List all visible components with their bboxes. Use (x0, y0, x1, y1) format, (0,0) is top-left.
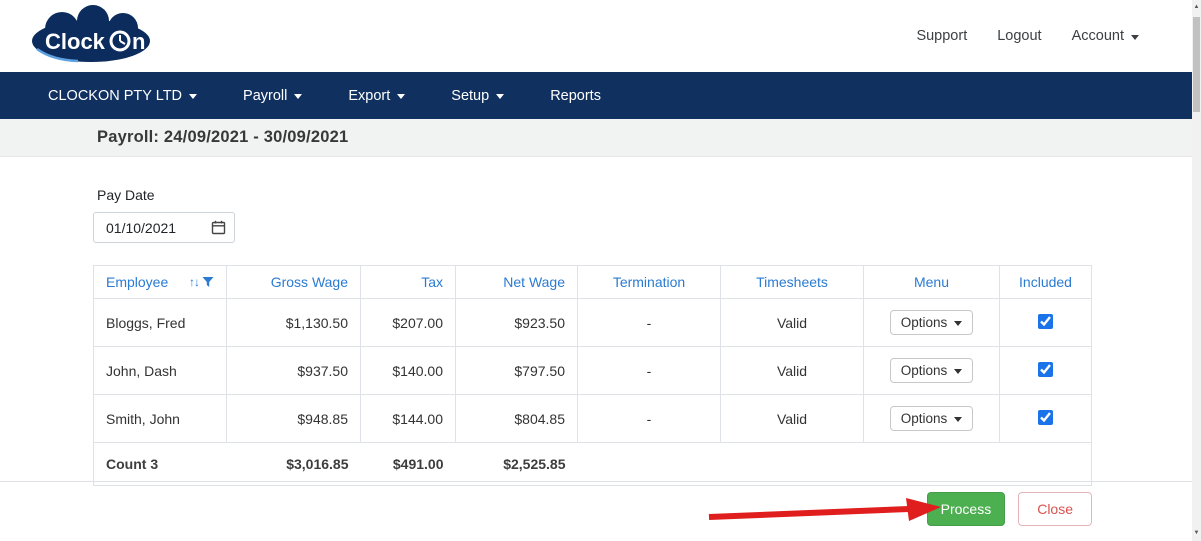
chevron-down-icon (954, 321, 963, 326)
chevron-down-icon (397, 94, 406, 99)
tax-cell: $140.00 (360, 346, 456, 395)
clockon-logo-image: Clock n (32, 4, 150, 62)
column-header-net-wage[interactable]: Net Wage (455, 265, 578, 299)
row-count: Count 3 (93, 442, 227, 486)
vertical-scrollbar[interactable]: ▲ ▼ (1192, 0, 1201, 541)
included-cell (999, 394, 1092, 443)
action-buttons: Process Close (926, 492, 1092, 526)
logo-text-right: n (132, 29, 145, 54)
timesheets-cell: Valid (720, 394, 864, 443)
options-label: Options (900, 411, 948, 426)
column-header-menu[interactable]: Menu (863, 265, 1000, 299)
scroll-down-arrow[interactable]: ▼ (1192, 526, 1201, 541)
nav-company-label: CLOCKON PTY LTD (48, 87, 183, 104)
chevron-down-icon (954, 417, 963, 422)
nav-payroll-label: Payroll (243, 87, 288, 104)
chevron-down-icon (294, 94, 303, 99)
termination-cell: - (577, 346, 721, 395)
scroll-up-arrow[interactable]: ▲ (1192, 0, 1201, 15)
nav-setup-menu[interactable]: Setup (451, 87, 505, 104)
column-header-gross-wage[interactable]: Gross Wage (226, 265, 361, 299)
column-header-employee-label: Employee (106, 274, 169, 290)
employee-name-cell: Bloggs, Fred (93, 298, 227, 347)
account-menu-label: Account (1071, 28, 1124, 44)
included-checkbox[interactable] (1038, 361, 1053, 377)
clockon-logo[interactable]: Clock n (30, 4, 152, 69)
options-label: Options (900, 363, 948, 378)
included-checkbox[interactable] (1038, 313, 1053, 329)
net-wage-cell: $804.85 (455, 394, 578, 443)
column-header-termination[interactable]: Termination (577, 265, 721, 299)
tax-total: $491.00 (360, 442, 456, 486)
options-dropdown-button[interactable]: Options (889, 358, 974, 383)
tax-cell: $144.00 (360, 394, 456, 443)
net-total: $2,525.85 (455, 442, 578, 486)
column-header-tax[interactable]: Tax (360, 265, 456, 299)
included-checkbox[interactable] (1038, 409, 1053, 425)
column-header-included[interactable]: Included (999, 265, 1092, 299)
top-header: Clock n Support Logout Account (0, 0, 1201, 72)
net-wage-cell: $923.50 (455, 298, 578, 347)
pay-date-label: Pay Date (97, 187, 155, 203)
chevron-down-icon (189, 94, 198, 99)
payroll-table: Employee ↑↓ Gross Wage Tax Net Wage Term… (93, 265, 1092, 486)
pay-date-input[interactable]: 01/10/2021 (93, 212, 235, 243)
scroll-thumb[interactable] (1193, 17, 1200, 112)
page-title-bar: Payroll: 24/09/2021 - 30/09/2021 (0, 119, 1201, 157)
close-button[interactable]: Close (1018, 492, 1092, 526)
pay-date-value: 01/10/2021 (106, 219, 177, 236)
chevron-down-icon (496, 94, 505, 99)
sort-icon[interactable]: ↑↓ (189, 275, 200, 289)
timesheets-cell: Valid (720, 298, 864, 347)
header-links: Support Logout Account (886, 28, 1139, 44)
gross-wage-cell: $937.50 (226, 346, 361, 395)
nav-reports-link[interactable]: Reports (550, 88, 601, 104)
account-menu[interactable]: Account (1072, 28, 1139, 44)
nav-setup-label: Setup (451, 87, 490, 104)
table-header-row: Employee ↑↓ Gross Wage Tax Net Wage Term… (93, 265, 1092, 299)
footer-divider (0, 481, 1192, 482)
employee-name-cell: Smith, John (93, 394, 227, 443)
column-header-employee[interactable]: Employee ↑↓ (93, 265, 227, 299)
nav-company-menu[interactable]: CLOCKON PTY LTD (48, 87, 198, 104)
options-dropdown-button[interactable]: Options (889, 310, 974, 335)
options-label: Options (900, 315, 948, 330)
termination-cell: - (577, 298, 721, 347)
column-header-timesheets[interactable]: Timesheets (720, 265, 864, 299)
nav-export-menu[interactable]: Export (348, 87, 406, 104)
main-navbar: CLOCKON PTY LTD Payroll Export Setup Rep… (0, 72, 1201, 119)
logout-link[interactable]: Logout (997, 28, 1041, 44)
menu-cell: Options (863, 346, 1000, 395)
termination-cell: - (577, 394, 721, 443)
table-footer-row: Count 3 $3,016.85 $491.00 $2,525.85 (93, 442, 1092, 486)
filter-funnel-icon[interactable] (202, 276, 214, 288)
gross-total: $3,016.85 (226, 442, 361, 486)
net-wage-cell: $797.50 (455, 346, 578, 395)
gross-wage-cell: $1,130.50 (226, 298, 361, 347)
nav-export-label: Export (348, 87, 391, 104)
included-cell (999, 298, 1092, 347)
table-row: Bloggs, Fred $1,130.50 $207.00 $923.50 -… (93, 298, 1092, 347)
timesheets-cell: Valid (720, 346, 864, 395)
menu-cell: Options (863, 298, 1000, 347)
chevron-down-icon (954, 369, 963, 374)
table-row: Smith, John $948.85 $144.00 $804.85 - Va… (93, 394, 1092, 443)
page-title: Payroll: 24/09/2021 - 30/09/2021 (97, 128, 349, 146)
options-dropdown-button[interactable]: Options (889, 406, 974, 431)
table-row: John, Dash $937.50 $140.00 $797.50 - Val… (93, 346, 1092, 395)
menu-cell: Options (863, 394, 1000, 443)
employee-name-cell: John, Dash (93, 346, 227, 395)
pay-date-group: Pay Date 01/10/2021 (93, 187, 1201, 243)
pointer-arrow (708, 498, 941, 521)
included-cell (999, 346, 1092, 395)
nav-payroll-menu[interactable]: Payroll (243, 87, 303, 104)
content-area: Pay Date 01/10/2021 Employee ↑↓ Gross Wa… (0, 187, 1201, 486)
nav-reports-label: Reports (550, 87, 601, 104)
tax-cell: $207.00 (360, 298, 456, 347)
support-link[interactable]: Support (916, 28, 967, 44)
calendar-icon[interactable] (211, 220, 226, 235)
gross-wage-cell: $948.85 (226, 394, 361, 443)
chevron-down-icon (1131, 34, 1139, 40)
logo-text-left: Clock (45, 29, 106, 54)
